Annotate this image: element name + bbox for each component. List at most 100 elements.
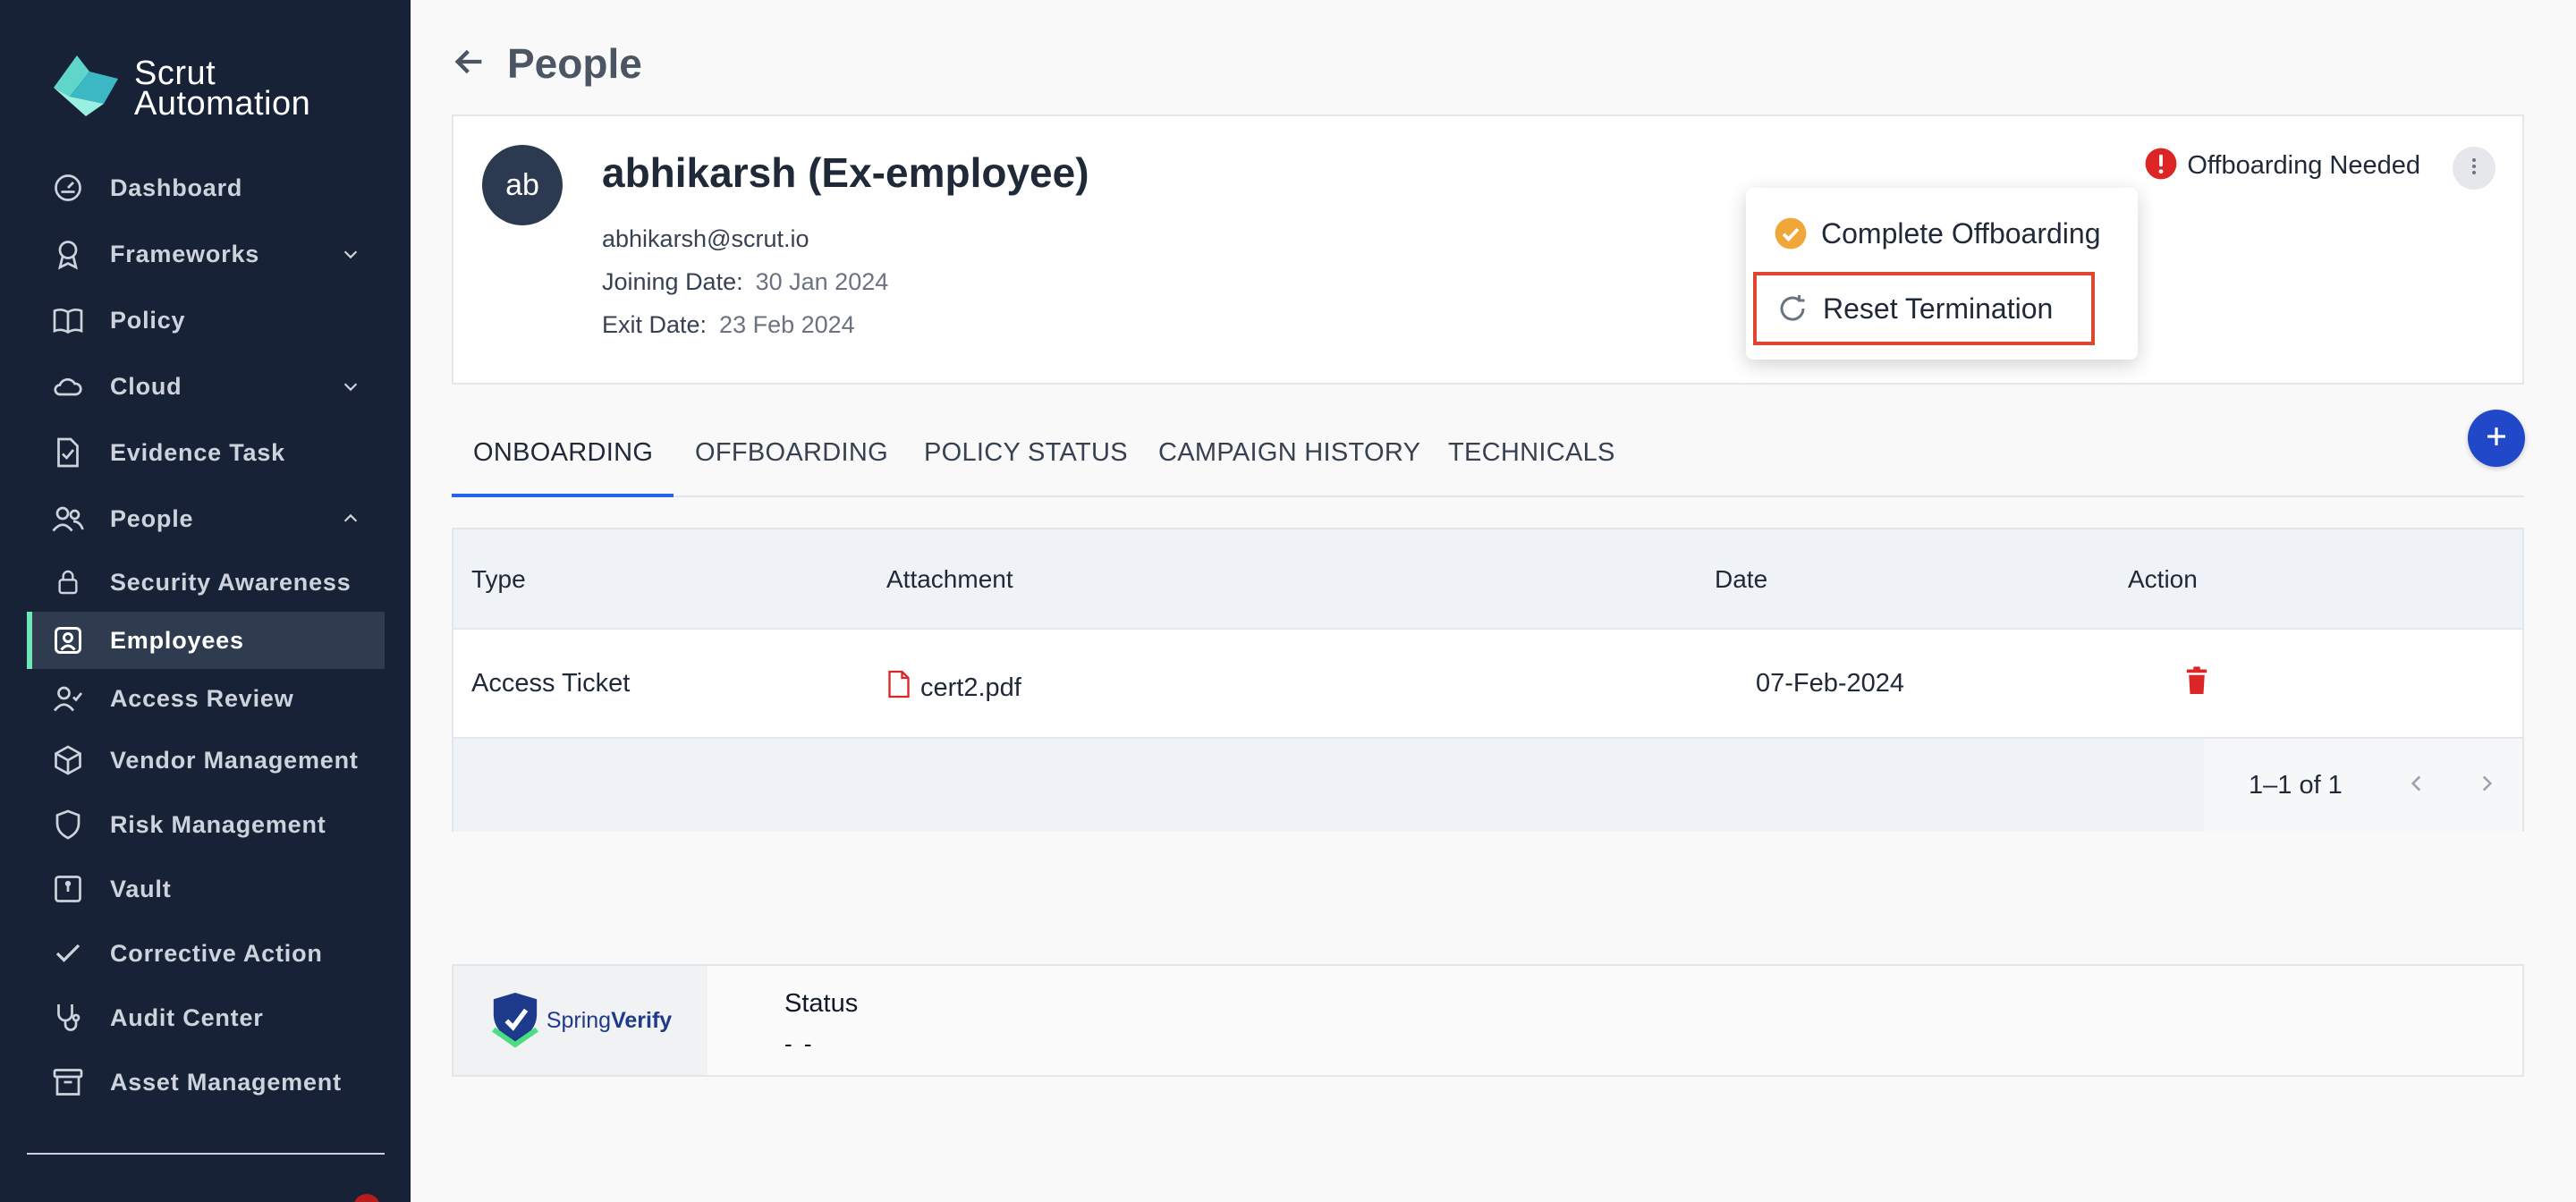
user-check-icon [50,681,86,716]
sidebar-item-label: Employees [110,626,244,654]
id-card-icon [50,622,86,658]
tabs: ONBOARDING OFFBOARDING POLICY STATUS CAM… [452,411,2524,497]
lock-icon [50,564,86,600]
active-tab-indicator [452,494,674,497]
notification-dot[interactable] [353,1194,380,1202]
employee-email: abhikarsh@scrut.io [602,225,809,252]
tab-onboarding[interactable]: ONBOARDING [473,438,653,468]
chevron-down-icon[interactable] [338,374,363,399]
attachment-link[interactable]: cert2.pdf [920,673,1021,703]
actions-dropdown-menu: Complete Offboarding Reset Termination [1746,188,2138,360]
check-icon [50,935,86,971]
sidebar-item-label: Vault [110,875,172,902]
sidebar-item-label: Cloud [110,372,182,400]
table-header: Type Attachment Date Action [453,529,2522,630]
sidebar-item-cloud[interactable]: Cloud [27,358,385,415]
prev-page-button[interactable] [2399,767,2435,803]
cell-attachment[interactable]: cert2.pdf [886,669,1021,707]
sidebar-item-employees[interactable]: Employees [27,612,385,669]
users-icon [50,501,86,537]
complete-offboarding-option[interactable]: Complete Offboarding [1746,200,2138,267]
sidebar-item-label: Access Review [110,684,294,712]
reset-termination-option[interactable]: Reset Termination [1753,272,2095,345]
sidebar-item-label: Evidence Task [110,438,285,466]
sidebar-item-vendor-management[interactable]: Vendor Management [27,732,385,789]
springverify-shield-icon [489,990,541,1052]
brand-logo[interactable]: Scrut Automation [50,52,310,124]
refresh-icon [1775,291,1810,326]
logo-text-a: Spring [546,1007,612,1033]
dashboard-icon [50,170,86,206]
add-button[interactable] [2468,410,2525,467]
sidebar-item-asset-management[interactable]: Asset Management [27,1054,385,1111]
tab-campaign-history[interactable]: CAMPAIGN HISTORY [1158,438,1420,468]
exit-date: Exit Date: 23 Feb 2024 [602,311,855,339]
sidebar-item-label: People [110,504,194,532]
delete-button[interactable] [2183,665,2210,703]
next-page-button[interactable] [2469,767,2504,803]
back-arrow-icon[interactable] [452,44,487,84]
employee-name: abhikarsh (Ex-employee) [602,149,1089,196]
column-attachment[interactable]: Attachment [886,565,1013,594]
column-type[interactable]: Type [471,565,526,594]
status-badge: Offboarding Needed [2144,147,2420,185]
sidebar-item-label: Audit Center [110,1003,264,1031]
chevron-down-icon[interactable] [338,241,363,267]
alert-icon [2144,147,2178,185]
sidebar-item-policy[interactable]: Policy [27,292,385,349]
chevron-up-icon[interactable] [338,506,363,531]
page-title: People [507,40,642,87]
award-icon [50,236,86,272]
archive-icon [50,1064,86,1100]
brand-line-1: Scrut [134,54,216,92]
sidebar-item-vault[interactable]: Vault [27,860,385,918]
sidebar-item-security-awareness[interactable]: Security Awareness [27,554,385,611]
check-circle-icon [1773,216,1809,251]
pdf-file-icon [886,669,911,707]
trash-icon [2183,665,2210,703]
sidebar-item-label: Risk Management [110,810,326,838]
sidebar-item-audit-center[interactable]: Audit Center [27,989,385,1046]
sidebar-item-risk-management[interactable]: Risk Management [27,796,385,853]
sidebar-divider [27,1153,385,1155]
sidebar-item-people[interactable]: People [27,490,385,547]
sidebar-item-label: Asset Management [110,1068,342,1096]
column-action[interactable]: Action [2128,565,2198,594]
sidebar-item-dashboard[interactable]: Dashboard [27,159,385,216]
shield-icon [50,807,86,842]
sidebar-item-label: Dashboard [110,174,243,201]
sidebar-item-evidence-task[interactable]: Evidence Task [27,424,385,481]
plus-icon [2483,423,2510,454]
status-text: Offboarding Needed [2187,151,2420,180]
vault-icon [50,871,86,907]
table-row: Access Ticket cert2.pdf 07-Feb-2024 [453,630,2522,739]
tab-technicals[interactable]: TECHNICALS [1448,438,1615,468]
more-options-button[interactable] [2453,147,2496,190]
avatar: ab [482,145,563,225]
table-footer: 1–1 of 1 [453,739,2522,832]
exit-date-value: 23 Feb 2024 [719,311,855,338]
sidebar-item-access-review[interactable]: Access Review [27,670,385,727]
book-icon [50,302,86,338]
sidebar-item-label: Corrective Action [110,939,323,967]
logo-text-b: Verify [611,1007,673,1033]
cell-type: Access Ticket [471,669,631,698]
scrut-logo-icon [50,52,122,124]
exit-date-label: Exit Date: [602,311,708,338]
brand-line-2: Automation [134,84,311,123]
sidebar-item-frameworks[interactable]: Frameworks [27,225,385,283]
sidebar-item-label: Security Awareness [110,568,352,596]
tab-offboarding[interactable]: OFFBOARDING [695,438,888,468]
document-check-icon [50,435,86,470]
tab-policy-status[interactable]: POLICY STATUS [924,438,1128,468]
cell-date: 07-Feb-2024 [1756,669,1905,698]
joining-date: Joining Date: 30 Jan 2024 [602,268,888,296]
springverify-wordmark: SpringVerify [547,1008,672,1034]
chevron-right-icon [2475,772,2498,800]
page-header: People [452,39,642,88]
sidebar-item-corrective-action[interactable]: Corrective Action [27,925,385,982]
sidebar-item-label: Frameworks [110,240,260,267]
pagination: 1–1 of 1 [2204,739,2522,832]
springverify-logo: SpringVerify [453,966,708,1075]
column-date[interactable]: Date [1715,565,1767,594]
